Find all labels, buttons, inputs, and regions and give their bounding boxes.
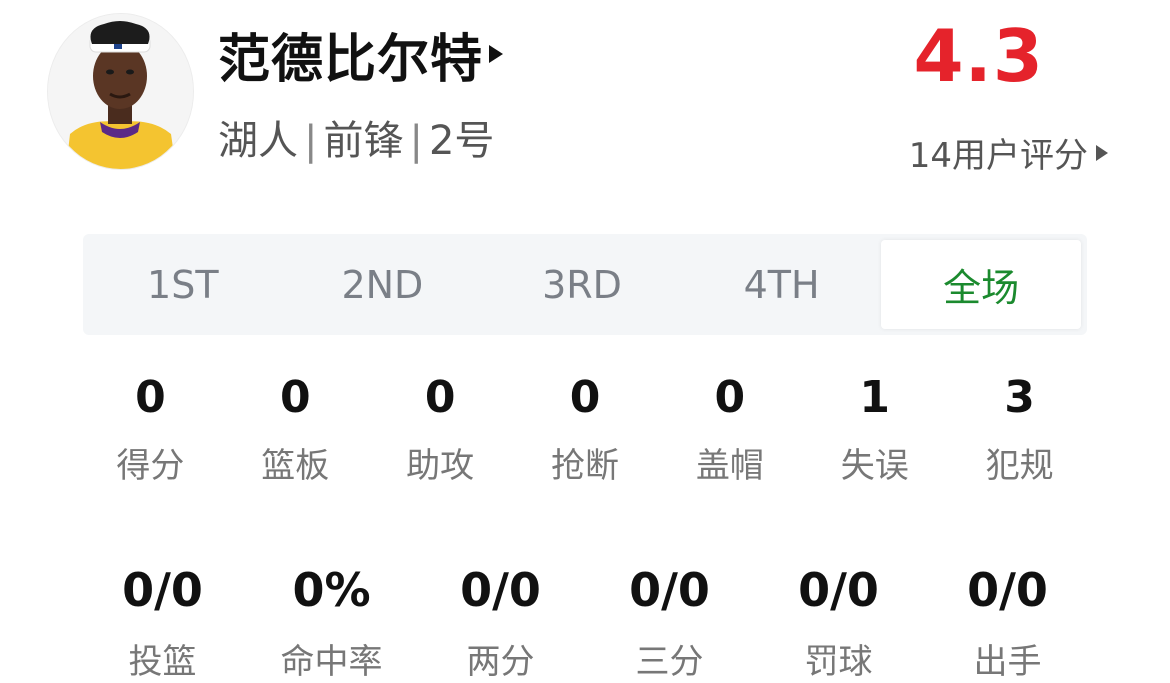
shot-label: 两分	[466, 642, 535, 682]
stat-value: 0	[714, 372, 746, 423]
shot-label: 出手	[973, 642, 1042, 682]
stat-value: 0	[135, 372, 166, 423]
shot-value: 0/0	[798, 563, 879, 617]
shot-value: 0/0	[122, 563, 203, 617]
rating-count-text: 14用户评分	[908, 136, 1088, 176]
stat-value: 0	[279, 372, 311, 423]
basic-stats: 0 得分 0 篮板 0 助攻 0 抢断 0 盖帽 1 失误 3 犯规	[78, 368, 1092, 487]
rating-score: 4.3	[913, 14, 1044, 98]
play-triangle-icon	[489, 45, 504, 63]
stat-assists: 0 助攻	[368, 368, 513, 487]
tab-2nd[interactable]: 2ND	[283, 234, 483, 335]
stat-blocks: 0 盖帽	[657, 368, 802, 487]
shot-value: 0%	[292, 563, 371, 617]
stat-fouls: 3 犯规	[947, 368, 1092, 487]
shot-label: 投篮	[128, 642, 197, 682]
player-name-link[interactable]: 范德比尔特	[218, 22, 504, 90]
stat-label: 篮板	[261, 446, 330, 486]
shooting-stats: 0/0 投篮 0% 命中率 0/0 两分 0/0 三分 0/0 罚球 0/0 出…	[78, 558, 1092, 683]
shot-two-pointers: 0/0 两分	[416, 558, 585, 683]
shot-field-goals: 0/0 投篮	[78, 558, 247, 683]
player-info: 湖人 | 前锋 | 2号	[218, 108, 494, 166]
player-number: 2号	[428, 118, 495, 164]
shot-three-pointers: 0/0 三分	[585, 558, 754, 683]
play-triangle-icon	[1096, 144, 1108, 161]
shot-value: 0/0	[629, 563, 710, 617]
period-tabs: 1ST 2ND 3RD 4TH 全场	[83, 234, 1087, 335]
tab-full-game[interactable]: 全场	[881, 240, 1081, 329]
info-separator: |	[304, 118, 318, 164]
player-avatar[interactable]	[47, 13, 194, 170]
info-separator: |	[409, 118, 423, 164]
stat-label: 盖帽	[695, 446, 764, 486]
shot-value: 0/0	[460, 563, 541, 617]
player-name: 范德比尔特	[218, 29, 484, 90]
tab-1st[interactable]: 1ST	[83, 234, 283, 335]
player-position: 前锋	[323, 118, 404, 164]
stat-label: 得分	[116, 446, 185, 486]
stat-label: 抢断	[551, 446, 619, 486]
stat-value: 0	[424, 372, 456, 423]
stat-points: 0 得分	[78, 368, 223, 487]
rating-count-link[interactable]: 14用户评分	[909, 128, 1108, 177]
player-headshot-icon	[48, 14, 193, 169]
stat-label: 犯规	[985, 446, 1054, 486]
shot-value: 0/0	[967, 563, 1048, 617]
team-name: 湖人	[218, 118, 298, 164]
tab-4th[interactable]: 4TH	[682, 234, 882, 335]
stat-value: 0	[569, 372, 601, 423]
shot-label: 三分	[635, 642, 704, 682]
stat-value: 3	[1004, 372, 1035, 423]
stat-steals: 0 抢断	[513, 368, 658, 487]
shot-free-throws: 0/0 罚球	[754, 558, 923, 683]
stat-value: 1	[859, 372, 891, 423]
stat-label: 失误	[840, 446, 909, 486]
shot-label: 命中率	[280, 642, 383, 682]
stat-rebounds: 0 篮板	[223, 368, 368, 487]
shot-label: 罚球	[804, 642, 873, 682]
shot-attempts: 0/0 出手	[923, 558, 1092, 683]
shot-percentage: 0% 命中率	[247, 558, 416, 683]
stat-turnovers: 1 失误	[802, 368, 947, 487]
stat-label: 助攻	[406, 446, 475, 486]
tab-3rd[interactable]: 3RD	[482, 234, 682, 335]
